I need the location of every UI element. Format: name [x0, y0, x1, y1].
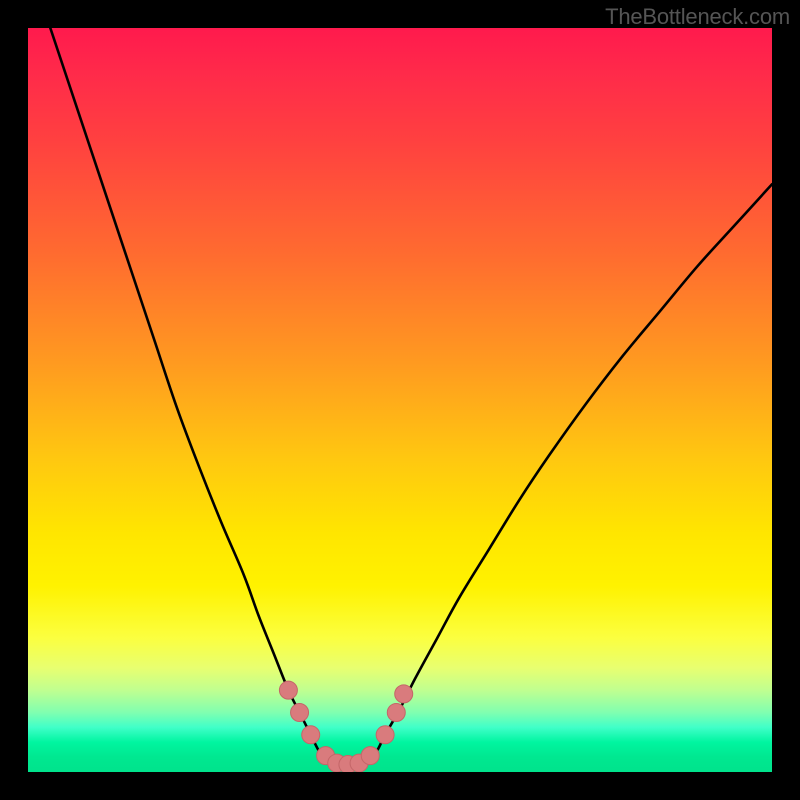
watermark-text: TheBottleneck.com: [605, 4, 790, 30]
valley-marker: [279, 681, 297, 699]
valley-marker: [291, 703, 309, 721]
curve-left-branch: [50, 28, 325, 761]
valley-marker: [376, 726, 394, 744]
valley-marker: [361, 747, 379, 765]
plot-area: [28, 28, 772, 772]
curve-layer: [28, 28, 772, 772]
valley-marker: [302, 726, 320, 744]
valley-marker: [395, 685, 413, 703]
chart-frame: TheBottleneck.com: [0, 0, 800, 800]
curve-right-branch: [370, 184, 772, 761]
valley-marker: [387, 703, 405, 721]
